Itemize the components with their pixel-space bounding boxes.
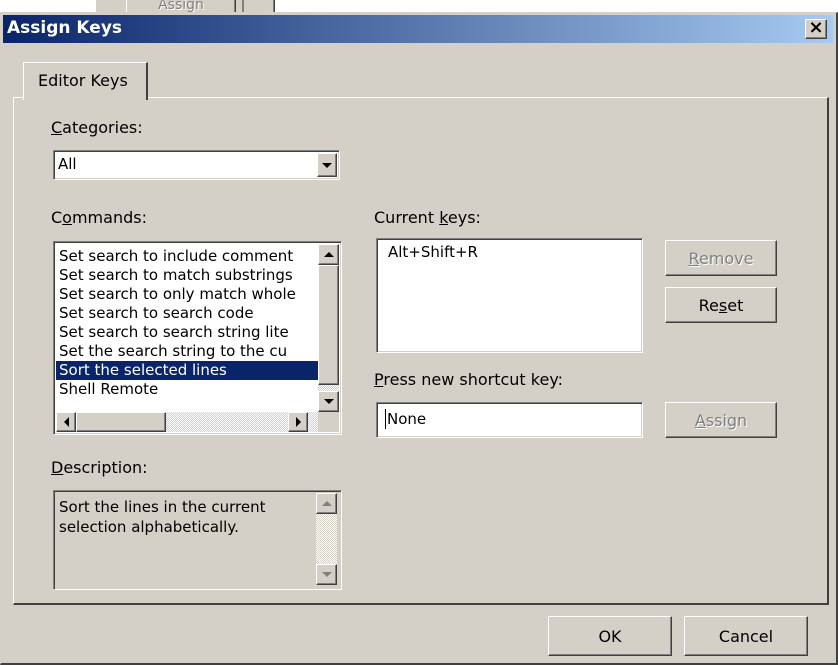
- reset-button[interactable]: Reset: [665, 287, 777, 323]
- chevron-down-icon: [322, 162, 332, 168]
- shortcut-key-input[interactable]: None: [376, 402, 643, 438]
- list-item[interactable]: Set search to search code: [56, 304, 318, 323]
- scroll-corner: [318, 412, 339, 432]
- tab-panel: Categories: All Commands: Set search to …: [13, 97, 829, 605]
- categories-selected: All: [58, 155, 77, 173]
- list-item[interactable]: Set the search string to the cu: [56, 342, 318, 361]
- commands-scroll-left-button[interactable]: [56, 412, 76, 432]
- commands-vscroll-thumb[interactable]: [318, 265, 339, 385]
- tab-editor-keys[interactable]: Editor Keys: [23, 62, 148, 100]
- list-item[interactable]: Set search to only match whole: [56, 285, 318, 304]
- arrow-up-icon: [323, 252, 334, 257]
- commands-label: Commands:: [51, 208, 147, 227]
- arrow-right-icon: [295, 417, 301, 427]
- arrow-up-icon: [321, 501, 332, 506]
- list-item[interactable]: Shell Remote: [56, 380, 318, 399]
- commands-scroll-right-button[interactable]: [288, 412, 308, 432]
- list-item[interactable]: Set search to include comment: [56, 247, 318, 266]
- cancel-button[interactable]: Cancel: [684, 616, 808, 656]
- list-item[interactable]: Set search to search string lite: [56, 323, 318, 342]
- assign-button[interactable]: Assign: [665, 402, 777, 438]
- dialog-title: Assign Keys: [7, 18, 123, 38]
- text-cursor: [385, 409, 386, 429]
- current-key-item[interactable]: Alt+Shift+R: [385, 243, 478, 262]
- current-keys-label: Current keys:: [374, 208, 481, 227]
- commands-hscroll-thumb[interactable]: [76, 412, 166, 432]
- close-button[interactable]: ×: [805, 19, 827, 39]
- current-keys-listbox[interactable]: Alt+Shift+R: [376, 238, 643, 353]
- commands-scroll-down-button[interactable]: [318, 391, 339, 412]
- commands-listbox[interactable]: Set search to include comment Set search…: [53, 241, 342, 435]
- description-scroll-down-button: [316, 564, 337, 585]
- description-label: Description:: [51, 458, 148, 477]
- description-box: Sort the lines in the current selection …: [53, 490, 342, 590]
- commands-scroll-up-button[interactable]: [318, 244, 339, 265]
- shortcut-key-value: None: [387, 410, 427, 428]
- press-new-shortcut-label: Press new shortcut key:: [374, 370, 564, 389]
- description-scroll-up-button: [316, 493, 337, 514]
- ok-button[interactable]: OK: [548, 616, 672, 656]
- list-item-selected[interactable]: Sort the selected lines: [56, 361, 318, 380]
- assign-keys-dialog: Assign Keys × Editor Keys Categories: Al…: [0, 12, 838, 665]
- commands-list: Set search to include comment Set search…: [56, 247, 318, 411]
- list-item[interactable]: Set search to match substrings: [56, 266, 318, 285]
- arrow-left-icon: [63, 417, 69, 427]
- arrow-down-icon: [321, 572, 332, 577]
- remove-button[interactable]: Remove: [665, 240, 777, 276]
- categories-label: Categories:: [51, 118, 143, 137]
- categories-dropdown-button[interactable]: [317, 153, 337, 177]
- description-text: Sort the lines in the current selection …: [59, 498, 266, 536]
- categories-dropdown[interactable]: All: [53, 150, 340, 180]
- tab-editor-keys-label: Editor Keys: [38, 71, 128, 90]
- close-icon: ×: [808, 17, 824, 38]
- arrow-down-icon: [323, 399, 334, 404]
- title-bar[interactable]: Assign Keys ×: [3, 15, 833, 43]
